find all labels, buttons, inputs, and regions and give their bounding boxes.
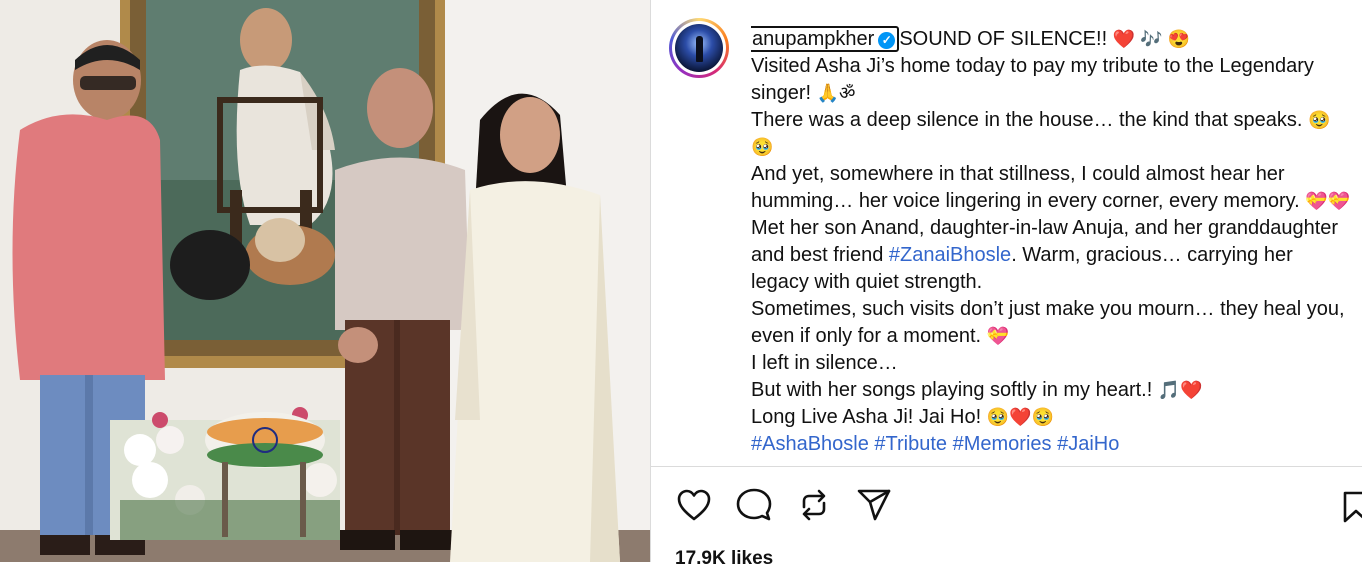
caption-line-1: anupampkher ✓ SOUND OF SILENCE!! ❤️ 🎶 😍 (751, 26, 1351, 53)
bookmark-icon (1343, 491, 1362, 523)
repost-button[interactable] (795, 486, 833, 524)
headline-emoji: ❤️ 🎶 😍 (1112, 29, 1190, 49)
caption-emoji: 💝💝 (1305, 191, 1351, 211)
avatar-figure (696, 36, 703, 62)
caption-text: Long Live Asha Ji! Jai Ho! (751, 406, 982, 428)
send-icon (857, 489, 891, 521)
post-caption: anupampkher ✓ SOUND OF SILENCE!! ❤️ 🎶 😍 Vi… (751, 26, 1351, 466)
caption-line-met: Met her son Anand, daughter-in-law Anuja… (751, 215, 1351, 296)
comment-button[interactable] (735, 486, 773, 524)
caption-emoji: 🎵❤️ (1157, 380, 1203, 400)
caption-headline: SOUND OF SILENCE!! (899, 28, 1108, 50)
post-sidebar: anupampkher ✓ SOUND OF SILENCE!! ❤️ 🎶 😍 Vi… (650, 0, 1362, 569)
profile-avatar[interactable] (669, 18, 729, 78)
caption-text: And yet, somewhere in that stillness, I … (751, 163, 1300, 212)
caption-emoji: 🥹❤️🥹 (986, 407, 1054, 427)
caption-text: I left in silence… (751, 352, 898, 374)
likes-count[interactable]: 17.9K likes (675, 548, 773, 570)
repost-icon (802, 489, 826, 521)
caption-line-silence: There was a deep silence in the house… t… (751, 107, 1351, 161)
comment-icon (736, 488, 772, 521)
caption-text: But with her songs playing softly in my … (751, 379, 1153, 401)
caption-line-visits: Sometimes, such visits don’t just make y… (751, 296, 1351, 350)
action-bar (675, 486, 893, 526)
hashtag-link[interactable]: #ZanaiBhosle (889, 244, 1011, 266)
caption-line-visited: Visited Asha Ji’s home today to pay my t… (751, 53, 1351, 107)
avatar-ring-inner (672, 21, 726, 75)
like-button[interactable] (675, 486, 713, 524)
caption-line-left-silence: I left in silence… (751, 350, 1351, 377)
avatar-image (675, 24, 723, 72)
post-photo[interactable] (0, 0, 650, 562)
caption-text: There was a deep silence in the house… t… (751, 109, 1303, 131)
caption-line-long-live: Long Live Asha Ji! Jai Ho! 🥹❤️🥹 (751, 404, 1351, 431)
caption-text: Sometimes, such visits don’t just make y… (751, 298, 1345, 347)
caption-line-songs: But with her songs playing softly in my … (751, 377, 1351, 404)
actions-divider (651, 466, 1362, 467)
caption-emoji: 🙏ॐ (816, 83, 856, 103)
username[interactable]: anupampkher (752, 28, 874, 50)
photo-illustration (0, 0, 650, 562)
caption-emoji: 💝 (986, 326, 1010, 346)
verified-badge-icon: ✓ (878, 32, 896, 49)
share-button[interactable] (855, 486, 893, 524)
heart-icon (677, 489, 711, 521)
save-button[interactable] (1341, 490, 1362, 524)
username-link[interactable]: anupampkher ✓ (751, 26, 900, 52)
caption-hashtags[interactable]: #AshaBhosle #Tribute #Memories #JaiHo (751, 431, 1351, 458)
caption-line-humming: And yet, somewhere in that stillness, I … (751, 161, 1351, 215)
